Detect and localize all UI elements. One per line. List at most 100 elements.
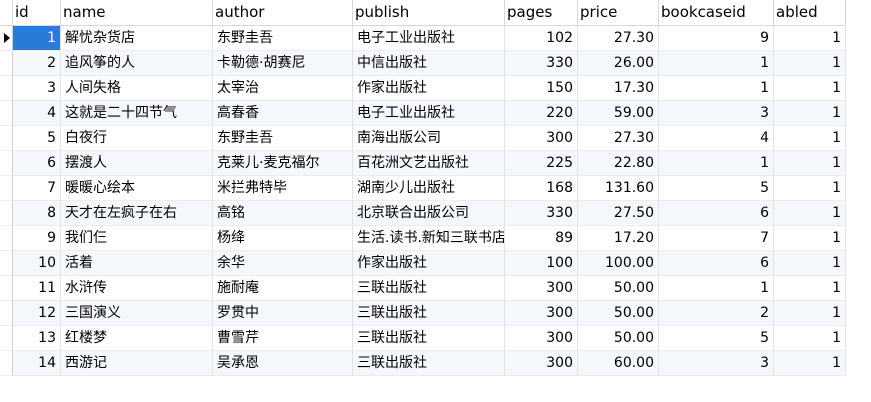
cell-price[interactable]: 59.00 — [578, 101, 659, 126]
cell-price[interactable]: 50.00 — [578, 301, 659, 326]
column-header-abled[interactable]: abled — [774, 0, 846, 25]
cell-author[interactable]: 施耐庵 — [213, 276, 353, 301]
cell-bookcaseid[interactable]: 1 — [659, 151, 774, 176]
cell-name[interactable]: 水浒传 — [61, 276, 213, 301]
cell-pages[interactable]: 220 — [505, 101, 578, 126]
cell-id[interactable]: 4 — [13, 101, 61, 126]
cell-id[interactable]: 5 — [13, 126, 61, 151]
cell-price[interactable]: 17.30 — [578, 76, 659, 101]
cell-author[interactable]: 克莱儿·麦克福尔 — [213, 151, 353, 176]
cell-abled[interactable]: 1 — [774, 226, 846, 251]
cell-abled[interactable]: 1 — [774, 26, 846, 51]
cell-author[interactable]: 东野圭吾 — [213, 26, 353, 51]
cell-abled[interactable]: 1 — [774, 326, 846, 351]
cell-id[interactable]: 3 — [13, 76, 61, 101]
table-row[interactable]: 1 解忧杂货店 东野圭吾 电子工业出版社 102 27.30 9 1 — [0, 26, 846, 51]
cell-pages[interactable]: 89 — [505, 226, 578, 251]
cell-author[interactable]: 米拦弗特毕 — [213, 176, 353, 201]
table-row[interactable]: 10 活着 余华 作家出版社 100 100.00 6 1 — [0, 251, 846, 276]
cell-id[interactable]: 10 — [13, 251, 61, 276]
cell-abled[interactable]: 1 — [774, 276, 846, 301]
cell-name[interactable]: 人间失格 — [61, 76, 213, 101]
cell-abled[interactable]: 1 — [774, 201, 846, 226]
table-row[interactable]: 14 西游记 吴承恩 三联出版社 300 60.00 3 1 — [0, 351, 846, 376]
cell-author[interactable]: 卡勒德·胡赛尼 — [213, 51, 353, 76]
cell-price[interactable]: 27.50 — [578, 201, 659, 226]
cell-pages[interactable]: 225 — [505, 151, 578, 176]
cell-bookcaseid[interactable]: 5 — [659, 176, 774, 201]
cell-publish[interactable]: 北京联合出版公司 — [353, 201, 505, 226]
cell-pages[interactable]: 300 — [505, 301, 578, 326]
table-row[interactable]: 3 人间失格 太宰治 作家出版社 150 17.30 1 1 — [0, 76, 846, 101]
cell-author[interactable]: 高春香 — [213, 101, 353, 126]
table-row[interactable]: 7 暖暖心绘本 米拦弗特毕 湖南少儿出版社 168 131.60 5 1 — [0, 176, 846, 201]
cell-price[interactable]: 100.00 — [578, 251, 659, 276]
cell-name[interactable]: 白夜行 — [61, 126, 213, 151]
table-row[interactable]: 4 这就是二十四节气 高春香 电子工业出版社 220 59.00 3 1 — [0, 101, 846, 126]
table-row[interactable]: 2 追风筝的人 卡勒德·胡赛尼 中信出版社 330 26.00 1 1 — [0, 51, 846, 76]
cell-id[interactable]: 1 — [13, 26, 61, 51]
cell-name[interactable]: 暖暖心绘本 — [61, 176, 213, 201]
cell-pages[interactable]: 300 — [505, 326, 578, 351]
cell-bookcaseid[interactable]: 9 — [659, 26, 774, 51]
row-indicator[interactable] — [0, 326, 13, 351]
cell-bookcaseid[interactable]: 2 — [659, 301, 774, 326]
column-header-bookcaseid[interactable]: bookcaseid — [659, 0, 774, 25]
row-indicator[interactable] — [0, 276, 13, 301]
cell-author[interactable]: 余华 — [213, 251, 353, 276]
cell-bookcaseid[interactable]: 4 — [659, 126, 774, 151]
cell-publish[interactable]: 作家出版社 — [353, 76, 505, 101]
cell-bookcaseid[interactable]: 6 — [659, 201, 774, 226]
cell-author[interactable]: 曹雪芹 — [213, 326, 353, 351]
cell-name[interactable]: 这就是二十四节气 — [61, 101, 213, 126]
cell-name[interactable]: 天才在左疯子在右 — [61, 201, 213, 226]
cell-abled[interactable]: 1 — [774, 151, 846, 176]
cell-publish[interactable]: 中信出版社 — [353, 51, 505, 76]
cell-bookcaseid[interactable]: 3 — [659, 351, 774, 376]
cell-publish[interactable]: 南海出版公司 — [353, 126, 505, 151]
cell-name[interactable]: 摆渡人 — [61, 151, 213, 176]
cell-author[interactable]: 罗贯中 — [213, 301, 353, 326]
cell-abled[interactable]: 1 — [774, 126, 846, 151]
column-header-id[interactable]: id — [13, 0, 61, 25]
row-indicator[interactable] — [0, 51, 13, 76]
cell-bookcaseid[interactable]: 5 — [659, 326, 774, 351]
cell-pages[interactable]: 100 — [505, 251, 578, 276]
cell-pages[interactable]: 330 — [505, 201, 578, 226]
cell-author[interactable]: 太宰治 — [213, 76, 353, 101]
table-row[interactable]: 11 水浒传 施耐庵 三联出版社 300 50.00 1 1 — [0, 276, 846, 301]
cell-publish[interactable]: 三联出版社 — [353, 351, 505, 376]
cell-price[interactable]: 60.00 — [578, 351, 659, 376]
cell-id[interactable]: 11 — [13, 276, 61, 301]
cell-id[interactable]: 8 — [13, 201, 61, 226]
cell-price[interactable]: 50.00 — [578, 326, 659, 351]
cell-name[interactable]: 解忧杂货店 — [61, 26, 213, 51]
cell-name[interactable]: 三国演义 — [61, 301, 213, 326]
cell-price[interactable]: 131.60 — [578, 176, 659, 201]
cell-pages[interactable]: 330 — [505, 51, 578, 76]
cell-author[interactable]: 吴承恩 — [213, 351, 353, 376]
cell-price[interactable]: 26.00 — [578, 51, 659, 76]
cell-abled[interactable]: 1 — [774, 76, 846, 101]
cell-bookcaseid[interactable]: 1 — [659, 276, 774, 301]
row-indicator[interactable] — [0, 101, 13, 126]
row-indicator[interactable] — [0, 351, 13, 376]
cell-id[interactable]: 12 — [13, 301, 61, 326]
cell-pages[interactable]: 150 — [505, 76, 578, 101]
cell-pages[interactable]: 168 — [505, 176, 578, 201]
cell-publish[interactable]: 湖南少儿出版社 — [353, 176, 505, 201]
cell-publish[interactable]: 三联出版社 — [353, 301, 505, 326]
cell-id[interactable]: 2 — [13, 51, 61, 76]
cell-abled[interactable]: 1 — [774, 51, 846, 76]
row-indicator[interactable] — [0, 251, 13, 276]
cell-price[interactable]: 27.30 — [578, 26, 659, 51]
cell-author[interactable]: 杨绛 — [213, 226, 353, 251]
cell-id[interactable]: 6 — [13, 151, 61, 176]
cell-name[interactable]: 西游记 — [61, 351, 213, 376]
row-indicator[interactable] — [0, 301, 13, 326]
cell-bookcaseid[interactable]: 1 — [659, 76, 774, 101]
cell-id[interactable]: 14 — [13, 351, 61, 376]
cell-publish[interactable]: 三联出版社 — [353, 276, 505, 301]
cell-pages[interactable]: 300 — [505, 276, 578, 301]
table-row[interactable]: 9 我们仨 杨绛 生活.读书.新知三联书店 89 17.20 7 1 — [0, 226, 846, 251]
